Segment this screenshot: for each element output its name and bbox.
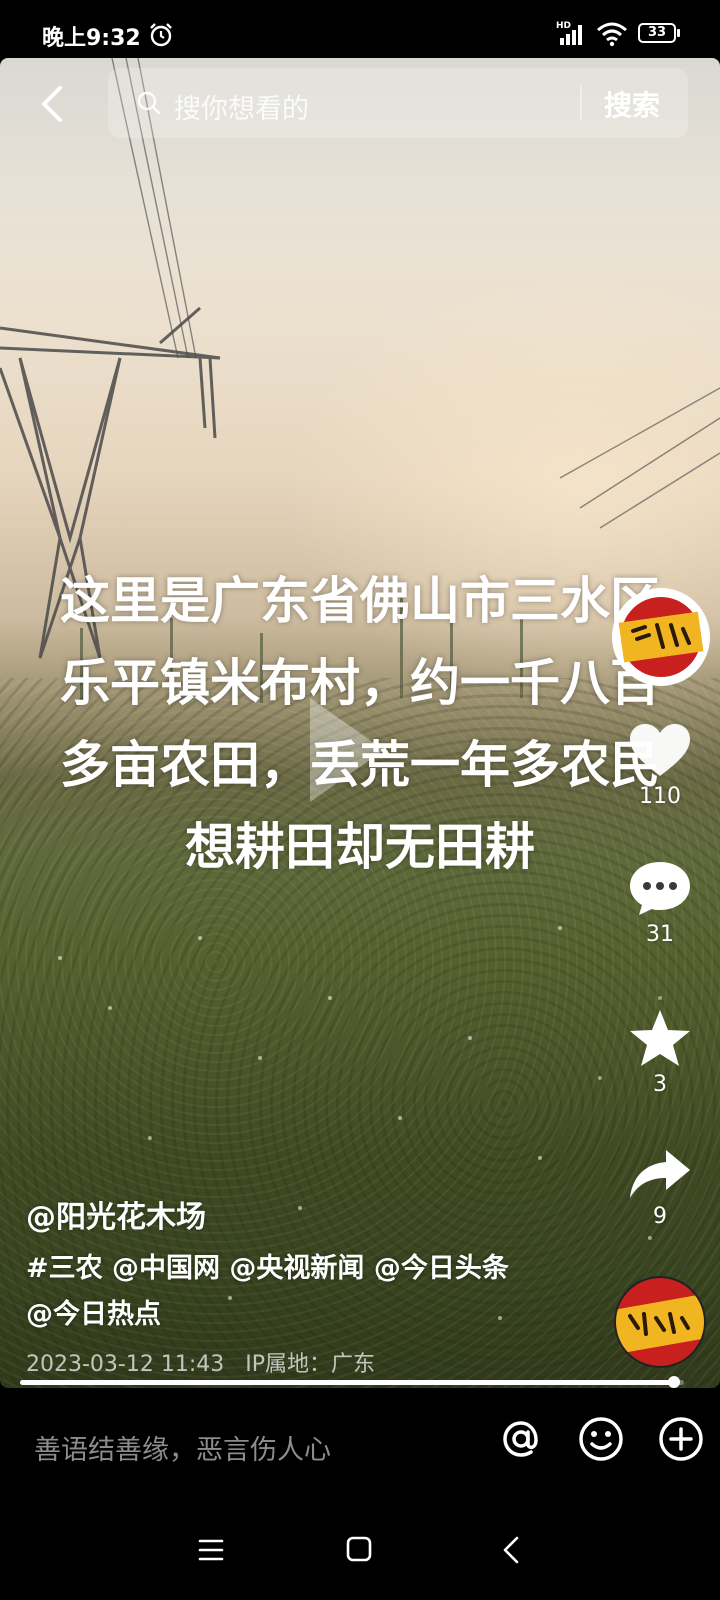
status-bar: 晚上9:32 HD 33 <box>0 0 720 58</box>
avatar-image <box>615 591 707 683</box>
caption-line: 这里是广东省佛山市三水区 <box>60 572 660 630</box>
nav-back-icon[interactable] <box>500 1536 522 1564</box>
speech-bubble-icon <box>630 862 690 915</box>
music-disc-avatar[interactable] <box>614 1276 706 1368</box>
alarm-clock-icon <box>150 23 172 47</box>
post-description: #三农 @中国网 @央视新闻 @今日头条 @今日热点 <box>26 1253 509 1330</box>
search-divider <box>580 86 582 120</box>
comment-button[interactable]: 31 <box>622 858 698 947</box>
comment-count: 31 <box>646 922 674 947</box>
share-arrow-icon <box>630 1150 690 1198</box>
emoji-icon[interactable] <box>576 1414 626 1464</box>
wifi-icon <box>597 22 627 47</box>
favorite-count: 3 <box>653 1072 667 1097</box>
progress-knob[interactable] <box>668 1376 681 1388</box>
post-date: 2023-03-12 11:43 <box>26 1352 225 1377</box>
heart-icon <box>630 724 690 776</box>
signal-icon: HD <box>556 21 582 45</box>
video-progress-bar[interactable] <box>20 1376 684 1388</box>
ip-location: IP属地：广东 <box>245 1352 376 1377</box>
recent-apps-icon[interactable] <box>198 1538 224 1562</box>
post-meta: 2023-03-12 11:43 IP属地：广东 <box>26 1346 375 1378</box>
search-bar[interactable]: 搜你想看的 搜索 <box>108 68 688 138</box>
author-avatar[interactable] <box>612 588 710 686</box>
at-sign-icon[interactable] <box>496 1414 546 1464</box>
music-disc-image <box>616 1278 704 1366</box>
comment-bar: 善语结善缘，恶言伤人心 <box>0 1390 720 1502</box>
like-button[interactable]: 110 <box>622 722 698 809</box>
star-icon <box>630 1010 690 1066</box>
search-input[interactable]: 搜你想看的 <box>174 87 309 126</box>
progress-fill <box>20 1380 675 1385</box>
share-button[interactable]: 9 <box>622 1148 698 1229</box>
battery-icon: 33 <box>638 23 680 43</box>
play-icon[interactable] <box>302 690 392 810</box>
video-feed-page: 晚上9:32 HD 33 搜你想看的 搜索 这里是广东省佛山市三水区 乐平镇米布… <box>0 0 720 1600</box>
back-button[interactable] <box>30 80 74 128</box>
favorite-button[interactable]: 3 <box>622 1008 698 1097</box>
share-count: 9 <box>653 1204 667 1229</box>
battery-level: 33 <box>638 23 676 43</box>
search-icon <box>137 91 161 115</box>
plus-circle-icon[interactable] <box>656 1414 706 1464</box>
caption-line: 想耕田却无田耕 <box>185 818 535 876</box>
network-type-label: HD <box>556 21 571 31</box>
system-navigation-bar <box>0 1502 720 1600</box>
status-time: 晚上9:32 <box>42 26 141 51</box>
like-count: 110 <box>639 784 681 809</box>
author-name[interactable]: @阳光花木场 <box>26 1192 206 1236</box>
comment-input[interactable]: 善语结善缘，恶言伤人心 <box>34 1428 331 1467</box>
search-button[interactable]: 搜索 <box>604 84 660 124</box>
home-icon[interactable] <box>346 1536 372 1562</box>
